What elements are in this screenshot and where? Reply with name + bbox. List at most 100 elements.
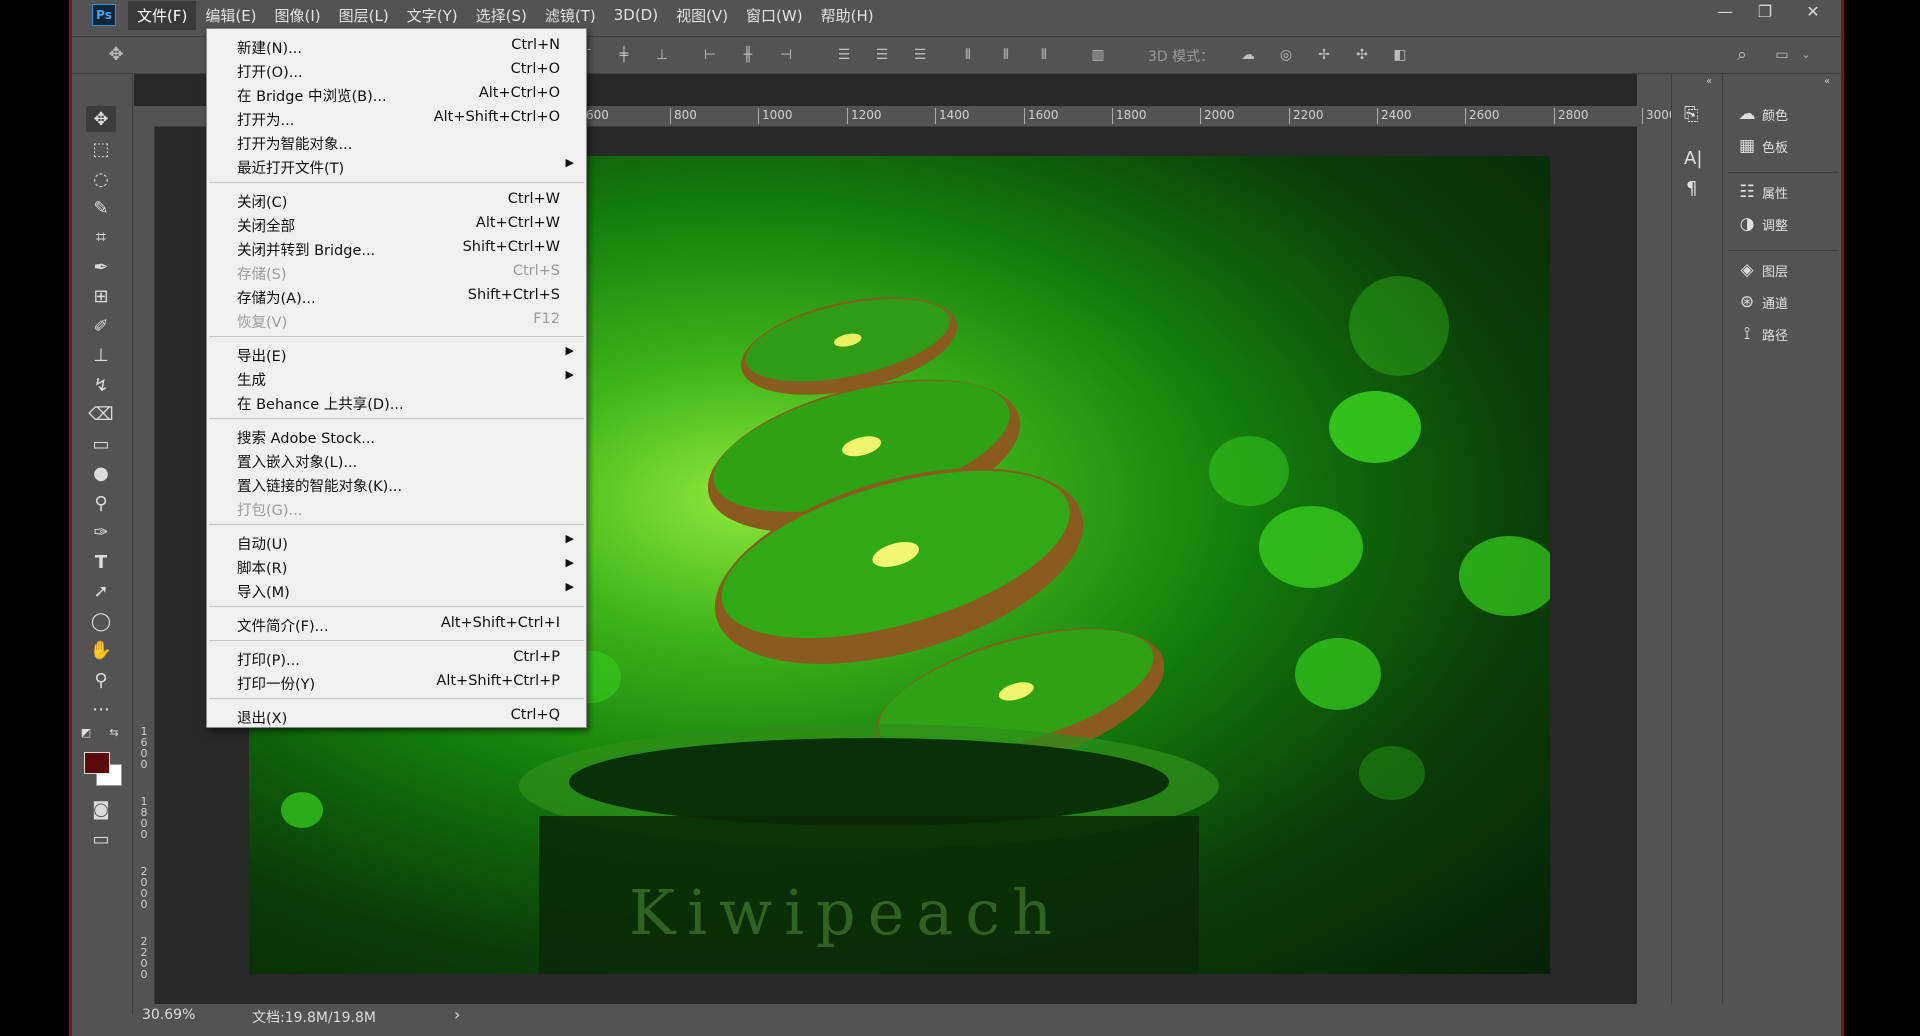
menu-type[interactable]: 文字(Y) [398,1,467,30]
menu-view[interactable]: 视图(V) [667,1,737,30]
screen-mode-icon[interactable]: ▭ [86,826,116,852]
panel-tab-channels[interactable]: ⊛ 通道 [1732,288,1836,316]
paragraph-panel-icon[interactable]: ¶ [1686,178,1697,199]
swap-colors-icon[interactable]: ⇆ [106,724,122,740]
menu-item-label: 生成 [237,373,266,389]
status-menu-arrow-icon[interactable]: › [454,1005,460,1024]
lasso-tool-icon[interactable]: ◌ [86,166,116,192]
character-panel-icon[interactable]: A| [1684,148,1702,169]
3d-orbit-icon[interactable]: ☁ [1238,45,1258,65]
menu-image[interactable]: 图像(I) [266,1,330,30]
menu-help[interactable]: 帮助(H) [812,1,883,30]
file-menu-item[interactable]: 退出(X) Ctrl+Q [207,704,586,728]
submenu-arrow-icon: ▶ [565,368,574,381]
file-menu-item[interactable]: 在 Bridge 中浏览(B)... Alt+Ctrl+O [207,82,586,106]
file-menu-item[interactable]: 打开(O)... Ctrl+O [207,58,586,82]
file-menu-item[interactable]: 打开为... Alt+Shift+Ctrl+O [207,106,586,130]
panel-tab-paths[interactable]: ⟟ 路径 [1732,320,1836,348]
file-menu-item[interactable]: 置入链接的智能对象(K)... [207,472,586,496]
distribute-right-icon[interactable]: ⫴ [1034,45,1054,65]
pen-tool-icon[interactable]: ✑ [86,519,116,545]
minimize-button[interactable]: — [1705,0,1745,22]
panel-tab-properties[interactable]: ☷ 属性 [1732,178,1836,206]
file-menu-item[interactable]: 打印一份(Y) Alt+Shift+Ctrl+P [207,670,586,694]
menu-file[interactable]: 文件(F) [128,0,197,30]
file-menu-item[interactable]: 导入(M) ▶ [207,578,586,602]
auto-align-icon[interactable]: ▥ [1088,45,1108,65]
align-bottom-icon[interactable]: ⊥ [652,45,672,65]
type-tool-icon[interactable]: T [86,549,116,575]
file-menu-item[interactable]: 打开为智能对象... [207,130,586,154]
healing-brush-tool-icon[interactable]: ⊞ [86,283,116,309]
more-tools-icon[interactable]: ⋯ [86,696,116,722]
distribute-vcenter-icon[interactable]: ☰ [872,45,892,65]
crop-tool-icon[interactable]: ⌗ [86,224,116,250]
blur-tool-icon[interactable]: ● [86,460,116,486]
menu-edit[interactable]: 编辑(E) [196,1,265,30]
history-panel-icon[interactable]: ⎘ [1684,104,1698,125]
align-hcenter-icon[interactable]: ╫ [738,45,758,65]
file-menu-item[interactable]: 脚本(R) ▶ [207,554,586,578]
3d-roll-icon[interactable]: ◎ [1276,45,1296,65]
3d-slide-icon[interactable]: ✣ [1352,45,1372,65]
panel-tab-adjustments[interactable]: ◑ 调整 [1732,210,1836,238]
file-menu-item[interactable]: 新建(N)... Ctrl+N [207,34,586,58]
ellipse-tool-icon[interactable]: ◯ [86,608,116,634]
foreground-color-swatch[interactable] [84,752,110,774]
default-colors-icon[interactable]: ◩ [78,724,94,740]
menu-3d[interactable]: 3D(D) [605,2,667,28]
brush-tool-icon[interactable]: ✐ [86,313,116,339]
file-menu-item[interactable]: 自动(U) ▶ [207,530,586,554]
distribute-bottom-icon[interactable]: ☰ [910,45,930,65]
file-menu-item[interactable]: 在 Behance 上共享(D)... [207,390,586,414]
file-menu-item[interactable]: 最近打开文件(T) ▶ [207,154,586,178]
align-vcenter-icon[interactable]: ╪ [614,45,634,65]
move-tool-icon[interactable]: ✥ [86,106,116,132]
search-icon[interactable]: ⌕ [1732,45,1752,65]
align-left-icon[interactable]: ⊢ [700,45,720,65]
file-menu-item[interactable]: 存储为(A)... Shift+Ctrl+S [207,284,586,308]
menu-filter[interactable]: 滤镜(T) [536,1,605,30]
3d-pan-icon[interactable]: ✢ [1314,45,1334,65]
file-menu-item[interactable]: 打印(P)... Ctrl+P [207,646,586,670]
marquee-tool-icon[interactable]: ⬚ [86,136,116,162]
distribute-hcenter-icon[interactable]: ⫴ [996,45,1016,65]
menu-layer[interactable]: 图层(L) [330,1,398,30]
file-menu-item[interactable]: 导出(E) ▶ [207,342,586,366]
restore-button[interactable]: ❐ [1745,0,1785,22]
dodge-tool-icon[interactable]: ⚲ [86,490,116,516]
file-menu-item[interactable]: 文件简介(F)... Alt+Shift+Ctrl+I [207,612,586,636]
history-brush-tool-icon[interactable]: ↯ [86,372,116,398]
menu-select[interactable]: 选择(S) [467,1,536,30]
path-selection-tool-icon[interactable]: ➚ [86,578,116,604]
file-menu-item[interactable]: 关闭并转到 Bridge... Shift+Ctrl+W [207,236,586,260]
zoom-level[interactable]: 30.69% [142,1007,195,1023]
align-right-icon[interactable]: ⊣ [776,45,796,65]
panel-tab-swatches[interactable]: ▦ 色板 [1732,132,1836,160]
distribute-left-icon[interactable]: ⫴ [958,45,978,65]
magic-wand-tool-icon[interactable]: ✎ [86,195,116,221]
quick-mask-icon[interactable]: ◙ [86,796,116,822]
workspace-icon[interactable]: ▭ [1772,45,1792,65]
close-button[interactable]: ✕ [1785,0,1841,22]
distribute-top-icon[interactable]: ☰ [834,45,854,65]
stamp-tool-icon[interactable]: ⊥ [86,342,116,368]
file-menu-item[interactable]: 搜索 Adobe Stock... [207,424,586,448]
workspace-chevron-down-icon[interactable]: ⌄ [1796,45,1816,65]
3d-camera-icon[interactable]: ◧ [1390,45,1410,65]
eraser-tool-icon[interactable]: ⌫ [86,401,116,427]
zoom-tool-icon[interactable]: ⚲ [86,667,116,693]
panel-collapse-icon[interactable]: « [1824,76,1830,87]
file-menu-item[interactable]: 生成 ▶ [207,366,586,390]
gradient-tool-icon[interactable]: ▭ [86,431,116,457]
panel-tab-color[interactable]: ☁ 颜色 [1732,100,1836,128]
menu-window[interactable]: 窗口(W) [737,1,812,30]
file-menu-item[interactable]: 关闭(C) Ctrl+W [207,188,586,212]
hand-tool-icon[interactable]: ✋ [86,637,116,663]
eyedropper-tool-icon[interactable]: ✒ [86,254,116,280]
file-menu-item[interactable]: 关闭全部 Alt+Ctrl+W [207,212,586,236]
file-menu-item[interactable]: 置入嵌入对象(L)... [207,448,586,472]
move-tool-option-icon[interactable]: ✥ [106,45,126,65]
panel-collapse-icon[interactable]: « [1706,76,1712,87]
panel-tab-layers[interactable]: ◈ 图层 [1732,256,1836,284]
